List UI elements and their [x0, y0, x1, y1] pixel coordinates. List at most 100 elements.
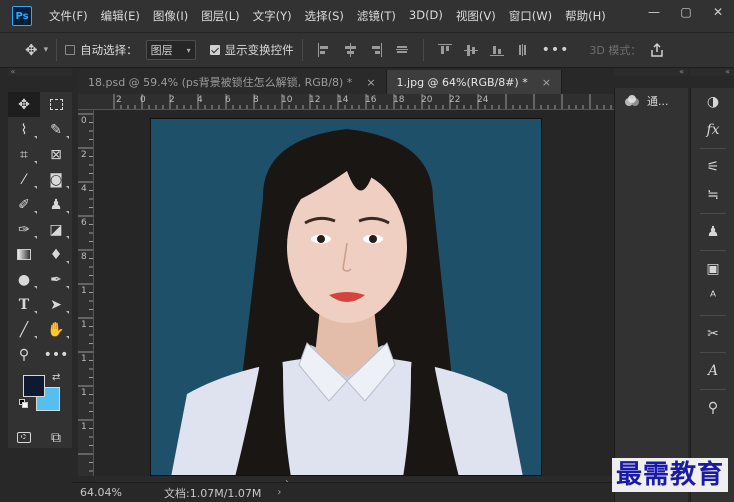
hand-tool-icon[interactable]: ✋ — [40, 317, 72, 342]
blur-tool-icon[interactable]: ♦ — [40, 242, 72, 267]
menu-window[interactable]: 窗口(W) — [509, 8, 552, 24]
menu-layer[interactable]: 图层(L) — [201, 8, 239, 24]
auto-select-label: 自动选择： — [80, 43, 138, 57]
ruler-tick-label: 1 — [81, 354, 87, 364]
brushes-icon[interactable]: ≒ — [691, 181, 734, 209]
frame-tool-icon[interactable]: ⊠ — [40, 142, 72, 167]
channels-panel-tab[interactable]: 通... — [615, 88, 688, 114]
close-tab-icon[interactable]: × — [366, 76, 375, 89]
tools-panel: ✥ ⌇ ✎ ⌗ ⊠ ⁄ ◙ ✐ ♟ ✑ ◪ ♦ ● ✒ T ➤ ╱ ✋ ⚲ ••… — [8, 92, 72, 448]
toolbar-collapse-strip[interactable]: « — [8, 68, 72, 76]
styles-fx-icon[interactable]: fx — [691, 116, 734, 144]
share-icon[interactable] — [649, 42, 665, 58]
marquee-tool-icon[interactable] — [40, 92, 72, 117]
ruler-tick-label: 1 — [81, 286, 87, 296]
distribute-vertical-icon[interactable] — [516, 43, 530, 57]
type-tool-icon[interactable]: T — [8, 292, 40, 317]
move-tool-icon[interactable]: ✥ — [8, 92, 40, 117]
menu-file[interactable]: 文件(F) — [49, 8, 88, 24]
options-bar: ✥ ▾ 自动选择： 图层 ▾ 显示变换控件 ••• 3D 模式： — [0, 32, 734, 68]
menu-help[interactable]: 帮助(H) — [565, 8, 606, 24]
menu-view[interactable]: 视图(V) — [456, 8, 496, 24]
align-bottom-icon[interactable] — [489, 43, 504, 57]
align-left-icon[interactable] — [317, 43, 331, 57]
ruler-tick-label: 8 — [81, 252, 87, 262]
tab-1-jpg[interactable]: 1.jpg @ 64%(RGB/8#) * × — [386, 70, 562, 94]
align-right-icon[interactable] — [369, 43, 383, 57]
adjustments-icon[interactable]: ◑ — [691, 88, 734, 116]
align-hcenter-icon[interactable] — [343, 43, 357, 57]
ruler-tick-label: 8 — [253, 95, 259, 105]
ruler-tick-label: 0 — [81, 116, 87, 126]
menu-type[interactable]: 文字(Y) — [253, 8, 292, 24]
learn-bulb-icon[interactable]: ⚲ — [691, 394, 734, 422]
divider — [699, 315, 726, 316]
zoom-level[interactable]: 64.04% — [80, 486, 142, 499]
clone-source-icon[interactable]: ♟ — [691, 218, 734, 246]
auto-select-checkbox[interactable] — [65, 45, 76, 55]
horizontal-ruler[interactable]: 2 0 2 4 6 8 10 12 14 16 18 20 22 24 — [78, 94, 614, 110]
clone-stamp-tool-icon[interactable]: ♟ — [40, 192, 72, 217]
ruler-tick-label: 1 — [81, 388, 87, 398]
document-tabs: 18.psd @ 59.4% (ps背景被锁住怎么解锁, RGB/8) * × … — [78, 70, 562, 94]
menu-select[interactable]: 选择(S) — [305, 8, 344, 24]
panel-collapse-strip-right[interactable]: « — [690, 68, 734, 76]
quick-selection-tool-icon[interactable]: ✎ — [40, 117, 72, 142]
menu-edit[interactable]: 编辑(E) — [101, 8, 140, 24]
maximize-button[interactable]: ▢ — [670, 0, 702, 24]
layer-select-dropdown[interactable]: 图层 ▾ — [145, 40, 196, 60]
chevron-down-icon[interactable]: ▾ — [44, 45, 49, 55]
paragraph-icon[interactable]: ᴬ — [691, 283, 734, 311]
show-transform-checkbox[interactable] — [209, 45, 220, 55]
document-canvas[interactable] — [150, 118, 542, 476]
channels-label: 通... — [647, 95, 669, 108]
align-vcenter-icon[interactable] — [463, 43, 478, 57]
spot-healing-tool-icon[interactable]: ◙ — [40, 167, 72, 192]
ruler-tick-label: 14 — [337, 95, 349, 105]
history-brush-tool-icon[interactable]: ✑ — [8, 217, 40, 242]
quick-mask-icon[interactable] — [8, 425, 40, 450]
zoom-tool-icon[interactable]: ⚲ — [8, 342, 40, 367]
glyphs-icon[interactable]: A — [691, 357, 734, 385]
divider — [301, 39, 303, 61]
tab-18-psd[interactable]: 18.psd @ 59.4% (ps背景被锁住怎么解锁, RGB/8) * × — [78, 70, 387, 94]
pen-tool-icon[interactable]: ✒ — [40, 267, 72, 292]
close-button[interactable]: ✕ — [702, 0, 734, 24]
lasso-tool-icon[interactable]: ⌇ — [8, 117, 40, 142]
line-tool-icon[interactable]: ╱ — [8, 317, 40, 342]
swap-colors-icon[interactable]: ⇄ — [52, 372, 60, 383]
foreground-color-swatch[interactable] — [23, 375, 45, 397]
vertical-ruler[interactable]: 0 2 4 6 8 1 1 1 1 1 — [78, 110, 94, 476]
path-selection-tool-icon[interactable]: ➤ — [40, 292, 72, 317]
document-size: 文档:1.07M/1.07M — [164, 486, 262, 500]
ruler-tick-label: 1 — [81, 422, 87, 432]
edit-toolbar-icon[interactable]: ••• — [40, 342, 72, 367]
dodge-tool-icon[interactable]: ● — [8, 267, 40, 292]
menu-image[interactable]: 图像(I) — [153, 8, 188, 24]
character-icon[interactable]: ▣ — [691, 255, 734, 283]
default-colors-icon[interactable] — [19, 399, 29, 409]
distribute-horizontal-icon[interactable] — [395, 43, 409, 57]
canvas-workspace[interactable] — [94, 110, 614, 476]
tab-label: 1.jpg @ 64%(RGB/8#) * — [396, 75, 528, 89]
gradient-tool-icon[interactable] — [8, 242, 40, 267]
menu-3d[interactable]: 3D(D) — [409, 8, 443, 24]
status-menu-arrow[interactable]: › — [277, 487, 281, 498]
close-tab-icon[interactable]: × — [542, 76, 551, 89]
move-tool-icon[interactable]: ✥ — [25, 41, 38, 59]
brush-tool-icon[interactable]: ✐ — [8, 192, 40, 217]
ruler-tick-label: 22 — [449, 95, 461, 105]
brush-settings-icon[interactable]: ⚟ — [691, 153, 734, 181]
more-options-button[interactable]: ••• — [542, 42, 570, 58]
eraser-tool-icon[interactable]: ◪ — [40, 217, 72, 242]
eyedropper-tool-icon[interactable]: ⁄ — [8, 167, 40, 192]
panel-collapse-strip[interactable]: « — [614, 68, 688, 76]
photoshop-logo[interactable]: Ps — [12, 6, 32, 26]
tools-presets-icon[interactable]: ✂ — [691, 320, 734, 348]
align-top-icon[interactable] — [437, 43, 452, 57]
screen-mode-icon[interactable]: ⧉ — [40, 425, 72, 450]
divider — [699, 148, 726, 149]
minimize-button[interactable]: — — [638, 0, 670, 24]
menu-filter[interactable]: 滤镜(T) — [357, 8, 396, 24]
crop-tool-icon[interactable]: ⌗ — [8, 142, 40, 167]
